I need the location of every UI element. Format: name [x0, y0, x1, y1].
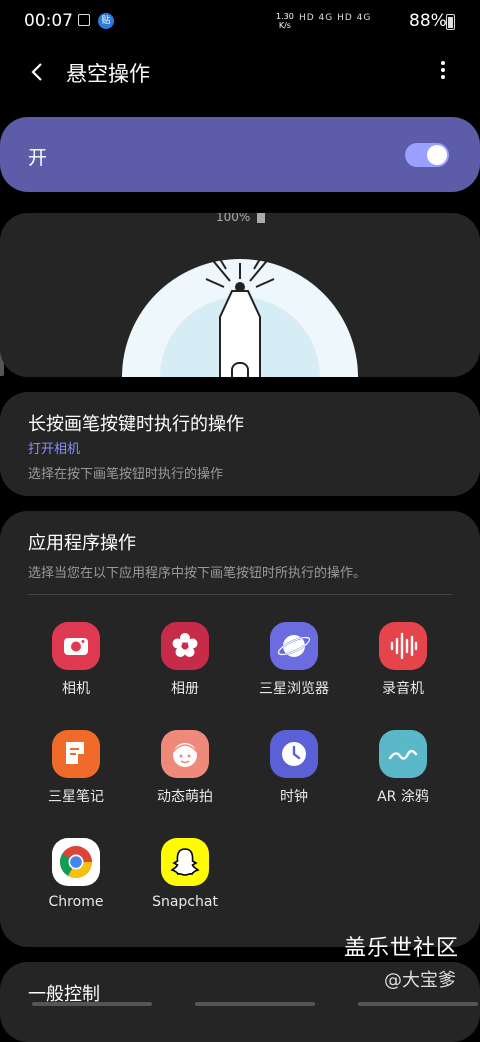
camera-icon: [52, 622, 100, 670]
watermark-title: 盖乐世社区: [344, 936, 460, 961]
app-ar-emoji[interactable]: 动态萌拍: [130, 730, 240, 806]
app-actions-desc: 选择当您在以下应用程序中按下画笔按钮时所执行的操作。: [28, 566, 367, 581]
signal-icons: HD 4G HD 4G: [299, 13, 372, 23]
app-name: 相册: [171, 681, 199, 697]
browser-icon: [270, 622, 318, 670]
nav-back-button: [358, 1002, 478, 1006]
master-toggle[interactable]: [405, 143, 449, 167]
app-name: 相机: [62, 681, 90, 697]
nav-home-button: [195, 1002, 315, 1006]
app-name: 三星浏览器: [259, 681, 329, 697]
nav-recents-button: [32, 1002, 152, 1006]
long-press-title: 长按画笔按键时执行的操作: [28, 414, 244, 435]
gallery-icon: [161, 622, 209, 670]
app-name: AR 涂鸦: [377, 789, 429, 805]
ar-doodle-icon: [379, 730, 427, 778]
app-gallery[interactable]: 相册: [130, 622, 240, 698]
app-actions-title: 应用程序操作: [28, 533, 136, 554]
divider: [28, 594, 452, 595]
app-samsung-browser[interactable]: 三星浏览器: [239, 622, 349, 698]
long-press-action-row[interactable]: 长按画笔按键时执行的操作 打开相机 选择在按下画笔按钮时执行的操作: [0, 392, 480, 496]
app-snapchat[interactable]: Snapchat: [130, 838, 240, 910]
pen-battery-icon: [257, 213, 265, 223]
battery-percent: 88%: [409, 11, 447, 31]
app-chrome[interactable]: Chrome: [21, 838, 131, 910]
pen-illustration: 100%: [0, 213, 480, 377]
app-clock[interactable]: 时钟: [239, 730, 349, 806]
app-name: 动态萌拍: [157, 789, 213, 805]
long-press-value: 打开相机: [28, 442, 81, 457]
notes-icon: [52, 730, 100, 778]
snapchat-icon: [161, 838, 209, 886]
status-time: 00:07: [24, 11, 73, 31]
spen-icon: [122, 257, 358, 377]
app-name: Chrome: [48, 894, 104, 910]
notification-badge-icon: 贴: [98, 13, 114, 29]
app-name: 三星笔记: [48, 789, 104, 805]
app-name: 时钟: [280, 789, 308, 805]
more-vert-icon: [441, 61, 445, 65]
master-switch-label: 开: [28, 147, 48, 169]
app-actions-card: 应用程序操作 选择当您在以下应用程序中按下画笔按钮时所执行的操作。 相机 相册 …: [0, 511, 480, 947]
page-title: 悬空操作: [66, 62, 150, 86]
net-speed: 1.30 K/s: [276, 12, 294, 30]
chrome-icon: [52, 838, 100, 886]
app-samsung-notes[interactable]: 三星笔记: [21, 730, 131, 806]
back-button[interactable]: [28, 62, 48, 82]
image-icon: [78, 14, 90, 26]
back-arrow-icon: [31, 63, 42, 81]
watermark-user: @大宝爹: [384, 970, 456, 991]
recorder-icon: [379, 622, 427, 670]
clock-icon: [270, 730, 318, 778]
app-name: Snapchat: [152, 894, 218, 910]
navigation-bar: [0, 1001, 480, 1013]
pen-battery-text: 100%: [216, 213, 251, 224]
battery-icon: [446, 14, 455, 30]
long-press-desc: 选择在按下画笔按钮时执行的操作: [28, 467, 224, 482]
ar-emoji-icon: [161, 730, 209, 778]
app-name: 录音机: [382, 681, 424, 697]
app-ar-doodle[interactable]: AR 涂鸦: [348, 730, 458, 806]
status-bar: 00:07 贴 1.30 K/s HD 4G HD 4G 88%: [0, 0, 480, 44]
app-recorder[interactable]: 录音机: [348, 622, 458, 698]
more-options-button[interactable]: [432, 58, 454, 86]
app-camera[interactable]: 相机: [21, 622, 131, 698]
